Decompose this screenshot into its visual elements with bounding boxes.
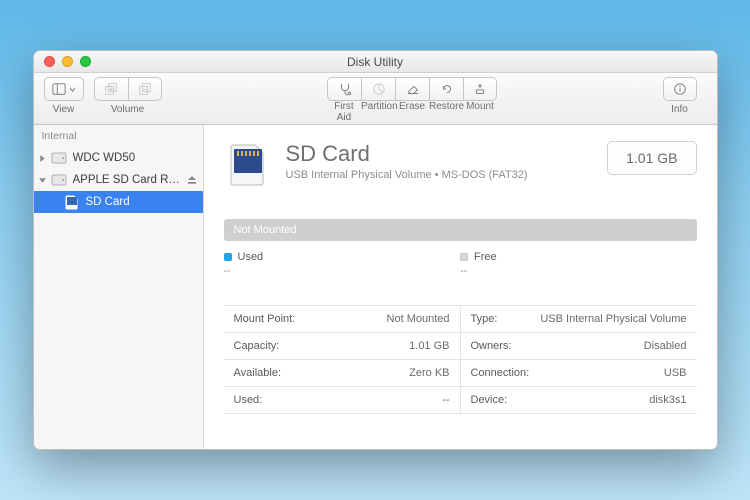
volume-group: Volume [94,77,162,115]
restore-button[interactable] [429,77,463,101]
used-swatch [224,253,232,261]
free-value: -- [460,265,697,277]
body: Internal WDC WD50 APPLE SD Card R… SD Ca… [34,125,717,449]
disclosure-triangle-icon [38,154,47,163]
volume-name: SD Card [286,141,528,167]
window-title: Disk Utility [34,55,717,69]
info-button[interactable] [663,77,697,101]
status-bar: Not Mounted [224,219,697,241]
hard-drive-icon [51,150,67,166]
sidebar-item-label: WDC WD50 [73,152,197,164]
info-grid: Mount Point: Not Mounted Capacity: 1.01 GB… [224,305,697,414]
first-aid-button[interactable] [327,77,361,101]
volume-add-icon [104,82,118,96]
type-value: USB Internal Physical Volume [540,313,686,325]
disk-utility-window: Disk Utility View Volume [33,50,718,450]
restore-arrow-icon [440,82,454,96]
mount-point-label: Mount Point: [234,313,296,325]
owners-value: Disabled [644,340,687,352]
used-row-value: -- [442,394,449,406]
type-label: Type: [471,313,498,325]
free-label: Free [474,251,497,263]
partition-label: Partition [361,101,395,123]
partition-button[interactable] [361,77,395,101]
sidebar-section-internal: Internal [34,125,203,147]
sidebar-item-label: APPLE SD Card R… [73,174,183,186]
sidebar-item-label: SD Card [86,196,197,208]
capacity-value: 1.01 GB [409,340,449,352]
erase-button[interactable] [395,77,429,101]
sd-card-large-icon [224,141,272,189]
restore-label: Restore [429,101,463,123]
sidebar-item-wdc[interactable]: WDC WD50 [34,147,203,169]
info-group: Info [663,77,697,115]
owners-label: Owners: [471,340,512,352]
device-label: Device: [471,394,508,406]
volume-remove-icon [138,82,152,96]
eject-icon[interactable] [187,175,197,185]
volume-label: Volume [111,104,144,115]
capacity-label: Capacity: [234,340,280,352]
sd-card-icon [64,194,80,210]
volume-header: SD Card USB Internal Physical Volume • M… [224,141,697,189]
first-aid-label: First Aid [327,101,361,123]
connection-label: Connection: [471,367,530,379]
connection-value: USB [664,367,687,379]
info-label: Info [671,104,688,115]
usage-legend: Used -- Free -- [224,251,697,277]
titlebar[interactable]: Disk Utility [34,51,717,73]
view-button[interactable] [44,77,84,101]
available-label: Available: [234,367,282,379]
disclosure-triangle-open-icon [38,176,47,185]
volume-size: 1.01 GB [607,141,696,175]
mount-label: Mount [463,101,497,123]
hard-drive-icon [51,172,67,188]
info-col-right: Type: USB Internal Physical Volume Owners… [461,306,697,414]
info-col-left: Mount Point: Not Mounted Capacity: 1.01 GB… [224,306,461,414]
available-value: Zero KB [409,367,449,379]
status-text: Not Mounted [234,224,297,236]
view-group: View [44,77,84,115]
sidebar-item-apple-sd-reader[interactable]: APPLE SD Card R… [34,169,203,191]
sidebar-layout-icon [52,82,66,96]
used-value: -- [224,265,461,277]
window-controls [34,56,91,67]
actions-group: First Aid Partition Erase Restore Mount [327,77,497,123]
erase-label: Erase [395,101,429,123]
eraser-icon [406,82,420,96]
stethoscope-icon [338,82,352,96]
pie-chart-icon [372,82,386,96]
mount-icon [473,82,487,96]
zoom-window-button[interactable] [80,56,91,67]
sidebar-item-sd-card[interactable]: SD Card [34,191,203,213]
chevron-down-icon [69,86,76,93]
mount-button[interactable] [463,77,497,101]
used-label: Used [238,251,264,263]
toolbar: View Volume [34,73,717,125]
volume-title-block: SD Card USB Internal Physical Volume • M… [286,141,528,181]
main-panel: SD Card USB Internal Physical Volume • M… [204,125,717,449]
volume-remove-button[interactable] [128,77,162,101]
volume-add-button[interactable] [94,77,128,101]
view-label: View [53,104,75,115]
free-swatch [460,253,468,261]
minimize-window-button[interactable] [62,56,73,67]
volume-subtitle: USB Internal Physical Volume • MS-DOS (F… [286,169,528,181]
used-row-label: Used: [234,394,263,406]
device-value: disk3s1 [649,394,686,406]
sidebar: Internal WDC WD50 APPLE SD Card R… SD Ca… [34,125,204,449]
close-window-button[interactable] [44,56,55,67]
info-icon [673,82,687,96]
mount-point-value: Not Mounted [387,313,450,325]
